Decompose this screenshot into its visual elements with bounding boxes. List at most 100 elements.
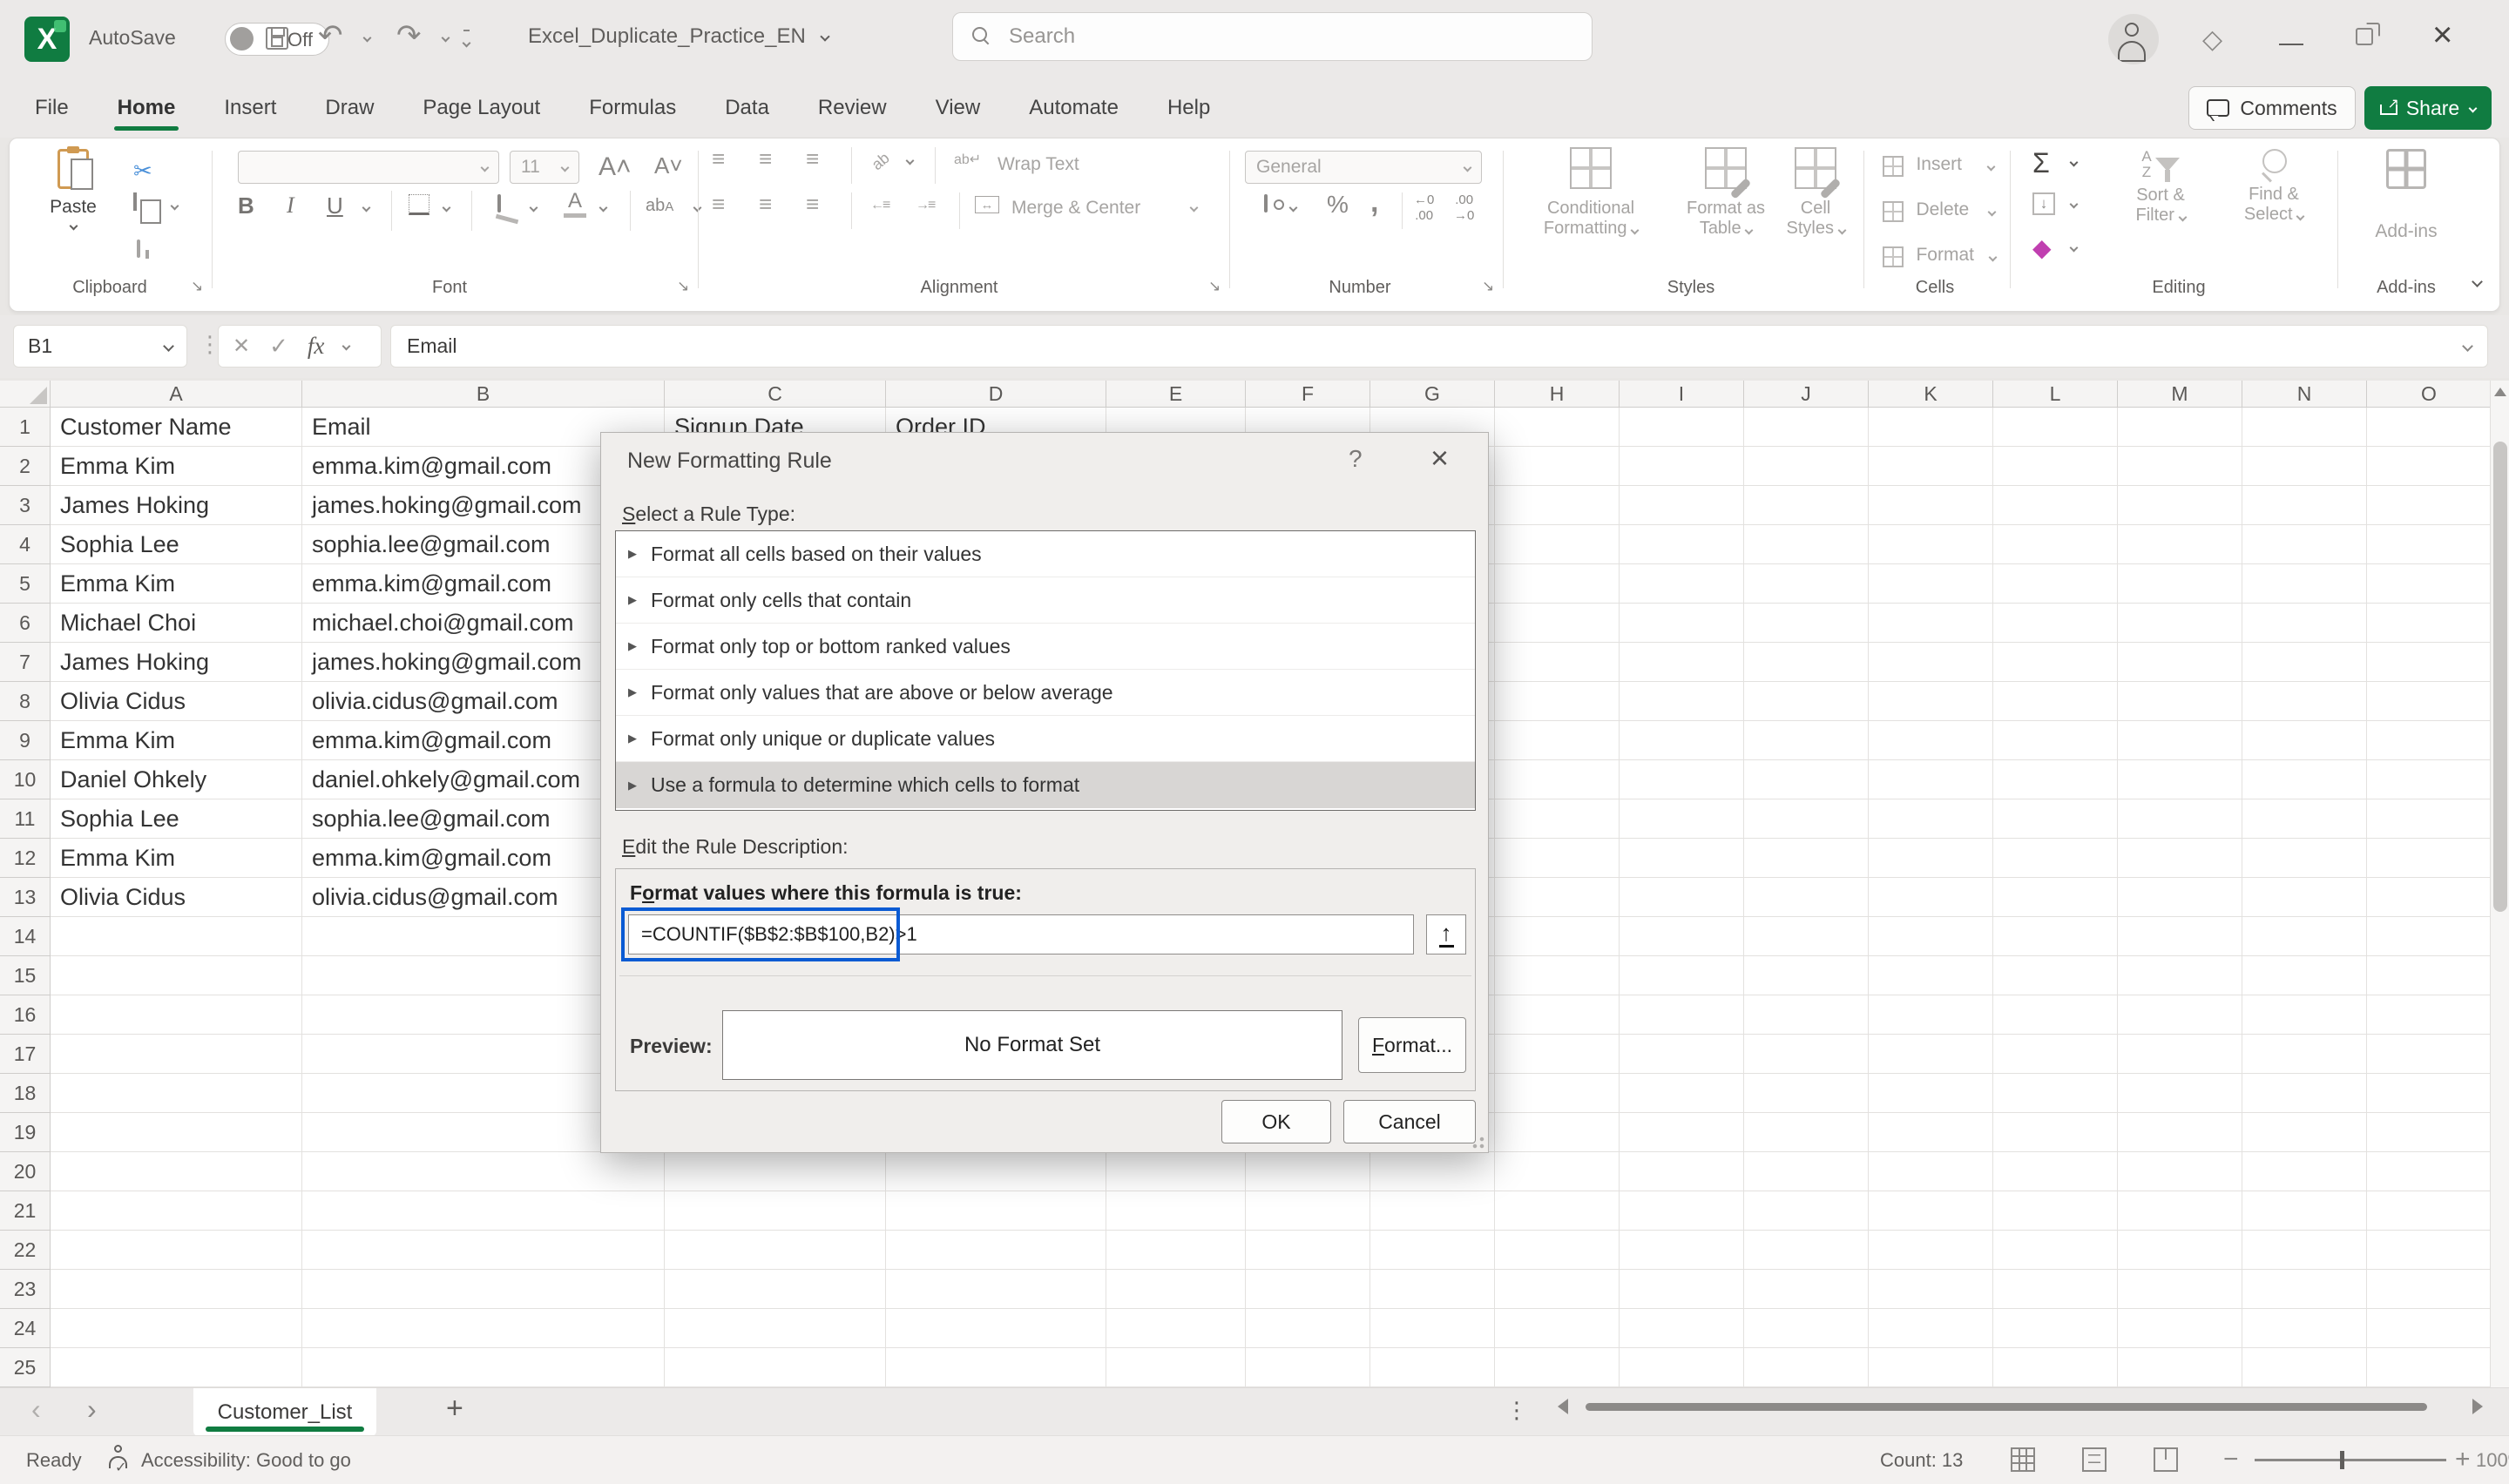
- collapse-ribbon-icon[interactable]: [2472, 276, 2483, 287]
- cell-M22[interactable]: [2118, 1231, 2242, 1270]
- cell-M19[interactable]: [2118, 1113, 2242, 1152]
- cell-H13[interactable]: [1495, 878, 1620, 917]
- cell-K2[interactable]: [1869, 447, 1993, 486]
- cell-A8[interactable]: Olivia Cidus: [51, 682, 302, 721]
- cell-E20[interactable]: [1106, 1152, 1246, 1191]
- redo-icon[interactable]: ↷: [396, 21, 422, 51]
- cell-I17[interactable]: [1620, 1035, 1744, 1074]
- number-format-combo[interactable]: General: [1245, 151, 1482, 184]
- cell-E24[interactable]: [1106, 1309, 1246, 1348]
- cell-J12[interactable]: [1744, 839, 1869, 878]
- column-header-O[interactable]: O: [2367, 381, 2492, 408]
- cell-L4[interactable]: [1993, 525, 2118, 564]
- cell-N25[interactable]: [2242, 1348, 2367, 1387]
- sheet-tab-customer-list[interactable]: Customer_List: [193, 1388, 376, 1436]
- cell-L25[interactable]: [1993, 1348, 2118, 1387]
- align-middle-icon[interactable]: ≡: [759, 145, 771, 172]
- row-header-11[interactable]: 11: [0, 799, 51, 839]
- cell-N3[interactable]: [2242, 486, 2367, 525]
- cell-M24[interactable]: [2118, 1309, 2242, 1348]
- restore-button[interactable]: [2356, 28, 2373, 45]
- cell-I18[interactable]: [1620, 1074, 1744, 1113]
- comma-icon[interactable]: ,: [1370, 186, 1378, 219]
- cell-O23[interactable]: [2367, 1270, 2492, 1309]
- cell-H11[interactable]: [1495, 799, 1620, 839]
- font-color-icon[interactable]: A: [564, 191, 586, 218]
- align-left-icon[interactable]: ≡: [712, 191, 724, 218]
- cell-I12[interactable]: [1620, 839, 1744, 878]
- redo-chevron-icon[interactable]: [442, 34, 450, 43]
- cell-L10[interactable]: [1993, 760, 2118, 799]
- cell-J19[interactable]: [1744, 1113, 1869, 1152]
- cell-L14[interactable]: [1993, 917, 2118, 956]
- function-chevron-icon[interactable]: [342, 342, 351, 351]
- cell-M13[interactable]: [2118, 878, 2242, 917]
- column-header-G[interactable]: G: [1370, 381, 1495, 408]
- sort-filter-button[interactable]: AZ Sort &Filter: [2109, 149, 2212, 226]
- cell-A13[interactable]: Olivia Cidus: [51, 878, 302, 917]
- cell-K12[interactable]: [1869, 839, 1993, 878]
- accounting-chevron-icon[interactable]: [1289, 204, 1298, 212]
- scroll-up-icon[interactable]: [2494, 388, 2506, 396]
- cell-I8[interactable]: [1620, 682, 1744, 721]
- row-header-6[interactable]: 6: [0, 604, 51, 643]
- align-top-icon[interactable]: ≡: [712, 145, 724, 172]
- premium-diamond-icon[interactable]: ◇: [2202, 24, 2222, 55]
- cell-N5[interactable]: [2242, 564, 2367, 604]
- cell-N8[interactable]: [2242, 682, 2367, 721]
- cell-J15[interactable]: [1744, 956, 1869, 995]
- cell-L18[interactable]: [1993, 1074, 2118, 1113]
- cell-I22[interactable]: [1620, 1231, 1744, 1270]
- cell-J9[interactable]: [1744, 721, 1869, 760]
- cell-O2[interactable]: [2367, 447, 2492, 486]
- cell-L17[interactable]: [1993, 1035, 2118, 1074]
- cell-O9[interactable]: [2367, 721, 2492, 760]
- cell-H14[interactable]: [1495, 917, 1620, 956]
- select-all-corner[interactable]: [0, 381, 51, 408]
- tab-formulas[interactable]: Formulas: [584, 89, 681, 127]
- excel-logo-icon[interactable]: X: [24, 17, 70, 62]
- cell-I2[interactable]: [1620, 447, 1744, 486]
- cell-B25[interactable]: [302, 1348, 665, 1387]
- format-cells-button[interactable]: Format: [1883, 245, 1996, 267]
- row-header-25[interactable]: 25: [0, 1348, 51, 1387]
- cell-H25[interactable]: [1495, 1348, 1620, 1387]
- cell-O20[interactable]: [2367, 1152, 2492, 1191]
- cell-H18[interactable]: [1495, 1074, 1620, 1113]
- accessibility-status[interactable]: Accessibility: Good to go: [141, 1449, 351, 1472]
- cell-A24[interactable]: [51, 1309, 302, 1348]
- cell-E22[interactable]: [1106, 1231, 1246, 1270]
- cell-N13[interactable]: [2242, 878, 2367, 917]
- cell-A21[interactable]: [51, 1191, 302, 1231]
- cell-H6[interactable]: [1495, 604, 1620, 643]
- cell-H15[interactable]: [1495, 956, 1620, 995]
- zoom-slider-handle[interactable]: [2340, 1451, 2344, 1469]
- cell-M1[interactable]: [2118, 408, 2242, 447]
- orientation-icon[interactable]: ab: [869, 149, 894, 174]
- paste-button[interactable]: Paste: [36, 149, 111, 233]
- cell-F23[interactable]: [1246, 1270, 1370, 1309]
- cell-C24[interactable]: [665, 1309, 886, 1348]
- cell-M16[interactable]: [2118, 995, 2242, 1035]
- cell-J14[interactable]: [1744, 917, 1869, 956]
- row-header-14[interactable]: 14: [0, 917, 51, 956]
- cell-C20[interactable]: [665, 1152, 886, 1191]
- cell-I19[interactable]: [1620, 1113, 1744, 1152]
- comments-button[interactable]: Comments: [2188, 86, 2356, 130]
- format-button[interactable]: Format...: [1358, 1017, 1466, 1073]
- underline-chevron-icon[interactable]: [362, 204, 371, 212]
- column-header-H[interactable]: H: [1495, 381, 1620, 408]
- cell-M3[interactable]: [2118, 486, 2242, 525]
- cell-N22[interactable]: [2242, 1231, 2367, 1270]
- cell-O3[interactable]: [2367, 486, 2492, 525]
- cell-O16[interactable]: [2367, 995, 2492, 1035]
- cell-N24[interactable]: [2242, 1309, 2367, 1348]
- cell-K9[interactable]: [1869, 721, 1993, 760]
- collapse-range-button[interactable]: ↑: [1426, 914, 1466, 954]
- column-header-N[interactable]: N: [2242, 381, 2367, 408]
- row-header-2[interactable]: 2: [0, 447, 51, 486]
- cell-J25[interactable]: [1744, 1348, 1869, 1387]
- autosum-chevron-icon[interactable]: [2070, 159, 2079, 167]
- cell-C25[interactable]: [665, 1348, 886, 1387]
- cell-M8[interactable]: [2118, 682, 2242, 721]
